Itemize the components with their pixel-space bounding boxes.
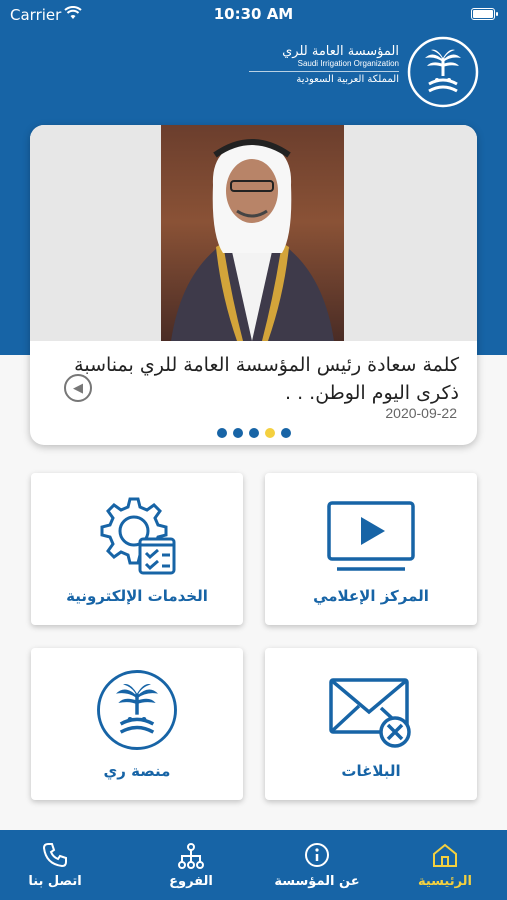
- phone-icon: [0, 842, 110, 870]
- org-name-english: Saudi Irrigation Organization: [249, 59, 399, 72]
- clock: 10:30 AM: [213, 5, 294, 23]
- news-title[interactable]: كلمة سعادة رئيس المؤسسة العامة للري بمنا…: [59, 351, 459, 407]
- tile-eservices-label: الخدمات الإلكترونية: [66, 587, 208, 605]
- tile-media-center[interactable]: المركز الإعلامي: [265, 473, 477, 625]
- bottom-navigation: اتصل بنا الفروع عن المؤسسة الرئيسية: [0, 830, 507, 900]
- nav-contact-label: اتصل بنا: [28, 874, 82, 889]
- news-photo-area: [30, 125, 477, 341]
- tile-rai-platform-label: منصة ري: [103, 762, 171, 780]
- nav-about-label: عن المؤسسة: [274, 874, 360, 889]
- nav-branches[interactable]: الفروع: [136, 830, 246, 900]
- carousel-dot[interactable]: [280, 428, 291, 438]
- sitemap-icon: [136, 842, 246, 870]
- carousel-pagination: [30, 428, 477, 438]
- home-icon: [390, 842, 500, 870]
- news-photo: [161, 125, 344, 341]
- battery-icon: [471, 8, 498, 20]
- news-date: 2020-09-22: [385, 405, 457, 421]
- arrow-left-icon: ◀: [73, 380, 83, 396]
- org-name-block: المؤسسة العامة للري Saudi Irrigation Org…: [249, 44, 399, 85]
- org-logo-icon: [407, 36, 479, 108]
- palm-logo-icon: [31, 668, 243, 752]
- org-name-arabic: المؤسسة العامة للري: [282, 44, 399, 59]
- nav-branches-label: الفروع: [169, 874, 213, 889]
- tile-reports-label: البلاغات: [341, 762, 401, 780]
- nav-home-label: الرئيسية: [417, 874, 473, 889]
- info-icon: [262, 842, 372, 870]
- nav-about[interactable]: عن المؤسسة: [262, 830, 372, 900]
- gear-document-icon: [31, 493, 243, 577]
- carousel-dot-active[interactable]: [264, 428, 275, 438]
- tile-media-center-label: المركز الإعلامي: [313, 587, 429, 605]
- nav-contact[interactable]: اتصل بنا: [0, 830, 110, 900]
- status-bar: Carrier 10:30 AM: [0, 0, 507, 30]
- envelope-cancel-icon: [265, 668, 477, 752]
- tile-rai-platform[interactable]: منصة ري: [31, 648, 243, 800]
- country-name-arabic: المملكة العربية السعودية: [296, 74, 399, 85]
- tile-eservices[interactable]: الخدمات الإلكترونية: [31, 473, 243, 625]
- nav-home[interactable]: الرئيسية: [390, 830, 500, 900]
- video-screen-icon: [265, 493, 477, 577]
- carousel-dot[interactable]: [216, 428, 227, 438]
- tile-reports[interactable]: البلاغات: [265, 648, 477, 800]
- carousel-prev-button[interactable]: ◀: [64, 374, 92, 402]
- carousel-dot[interactable]: [232, 428, 243, 438]
- news-carousel-card[interactable]: كلمة سعادة رئيس المؤسسة العامة للري بمنا…: [30, 125, 477, 445]
- carousel-dot[interactable]: [248, 428, 259, 438]
